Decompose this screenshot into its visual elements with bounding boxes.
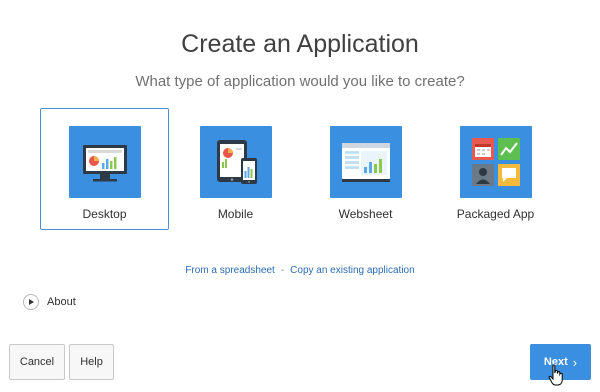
app-type-packaged-app-card[interactable]: Packaged App xyxy=(431,108,560,230)
desktop-monitor-icon xyxy=(69,126,141,198)
cancel-button[interactable]: Cancel xyxy=(9,344,65,380)
app-type-desktop-card[interactable]: Desktop xyxy=(40,108,169,230)
from-spreadsheet-link[interactable]: From a spreadsheet xyxy=(185,265,275,276)
websheet-icon xyxy=(330,126,402,198)
app-type-websheet-card[interactable]: Websheet xyxy=(301,108,430,230)
app-type-packaged-app-label: Packaged App xyxy=(456,207,535,221)
alternate-create-links: From a spreadsheet - Copy an existing appl… xyxy=(0,265,600,276)
link-separator: - xyxy=(280,265,285,276)
chevron-right-icon: › xyxy=(572,354,578,370)
app-type-websheet-label: Websheet xyxy=(338,207,393,221)
app-type-desktop-label: Desktop xyxy=(82,207,127,221)
app-type-mobile-card[interactable]: Mobile xyxy=(171,108,300,230)
app-type-mobile-label: Mobile xyxy=(217,207,254,221)
about-label: About xyxy=(47,296,76,308)
mobile-devices-icon xyxy=(200,126,272,198)
packaged-app-icon xyxy=(460,126,532,198)
app-type-options: Desktop Mobile Websheet Packaged App xyxy=(40,108,560,232)
about-toggle[interactable]: About xyxy=(23,292,76,312)
help-button[interactable]: Help xyxy=(69,344,114,380)
play-triangle-icon xyxy=(23,294,39,310)
hand-pointer-cursor-icon xyxy=(548,364,563,386)
page-subtitle: What type of application would you like … xyxy=(135,73,465,90)
page-title: Create an Application xyxy=(181,30,419,58)
copy-existing-application-link[interactable]: Copy an existing application xyxy=(290,265,415,276)
